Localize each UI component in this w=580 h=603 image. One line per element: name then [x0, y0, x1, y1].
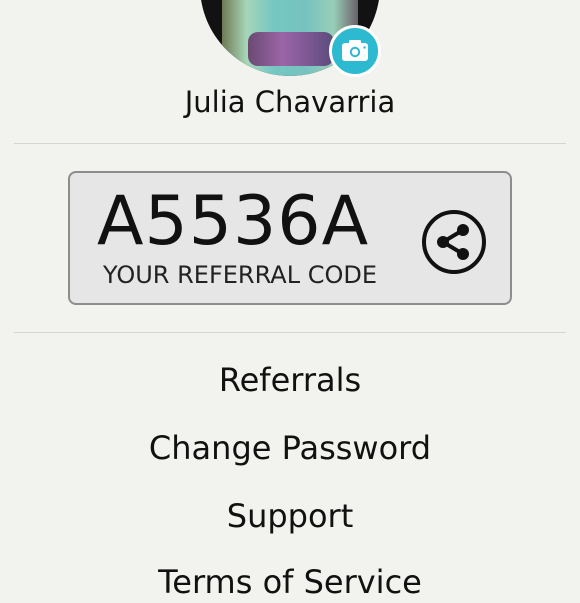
share-button[interactable] — [420, 208, 488, 276]
menu-item-referrals[interactable]: Referrals — [0, 359, 580, 401]
referral-code: A5536A — [97, 182, 370, 261]
divider — [14, 332, 566, 333]
menu-item-change-password[interactable]: Change Password — [0, 427, 580, 469]
share-icon — [422, 210, 486, 274]
camera-button[interactable] — [329, 25, 381, 77]
user-name: Julia Chavarria — [184, 85, 396, 119]
referral-code-card: A5536A YOUR REFERRAL CODE — [68, 171, 512, 305]
menu-item-terms-of-service[interactable]: Terms of Service — [0, 561, 580, 603]
divider — [14, 143, 566, 144]
referral-code-label: YOUR REFERRAL CODE — [103, 261, 378, 289]
camera-icon — [342, 40, 368, 61]
menu-item-support[interactable]: Support — [0, 495, 580, 537]
